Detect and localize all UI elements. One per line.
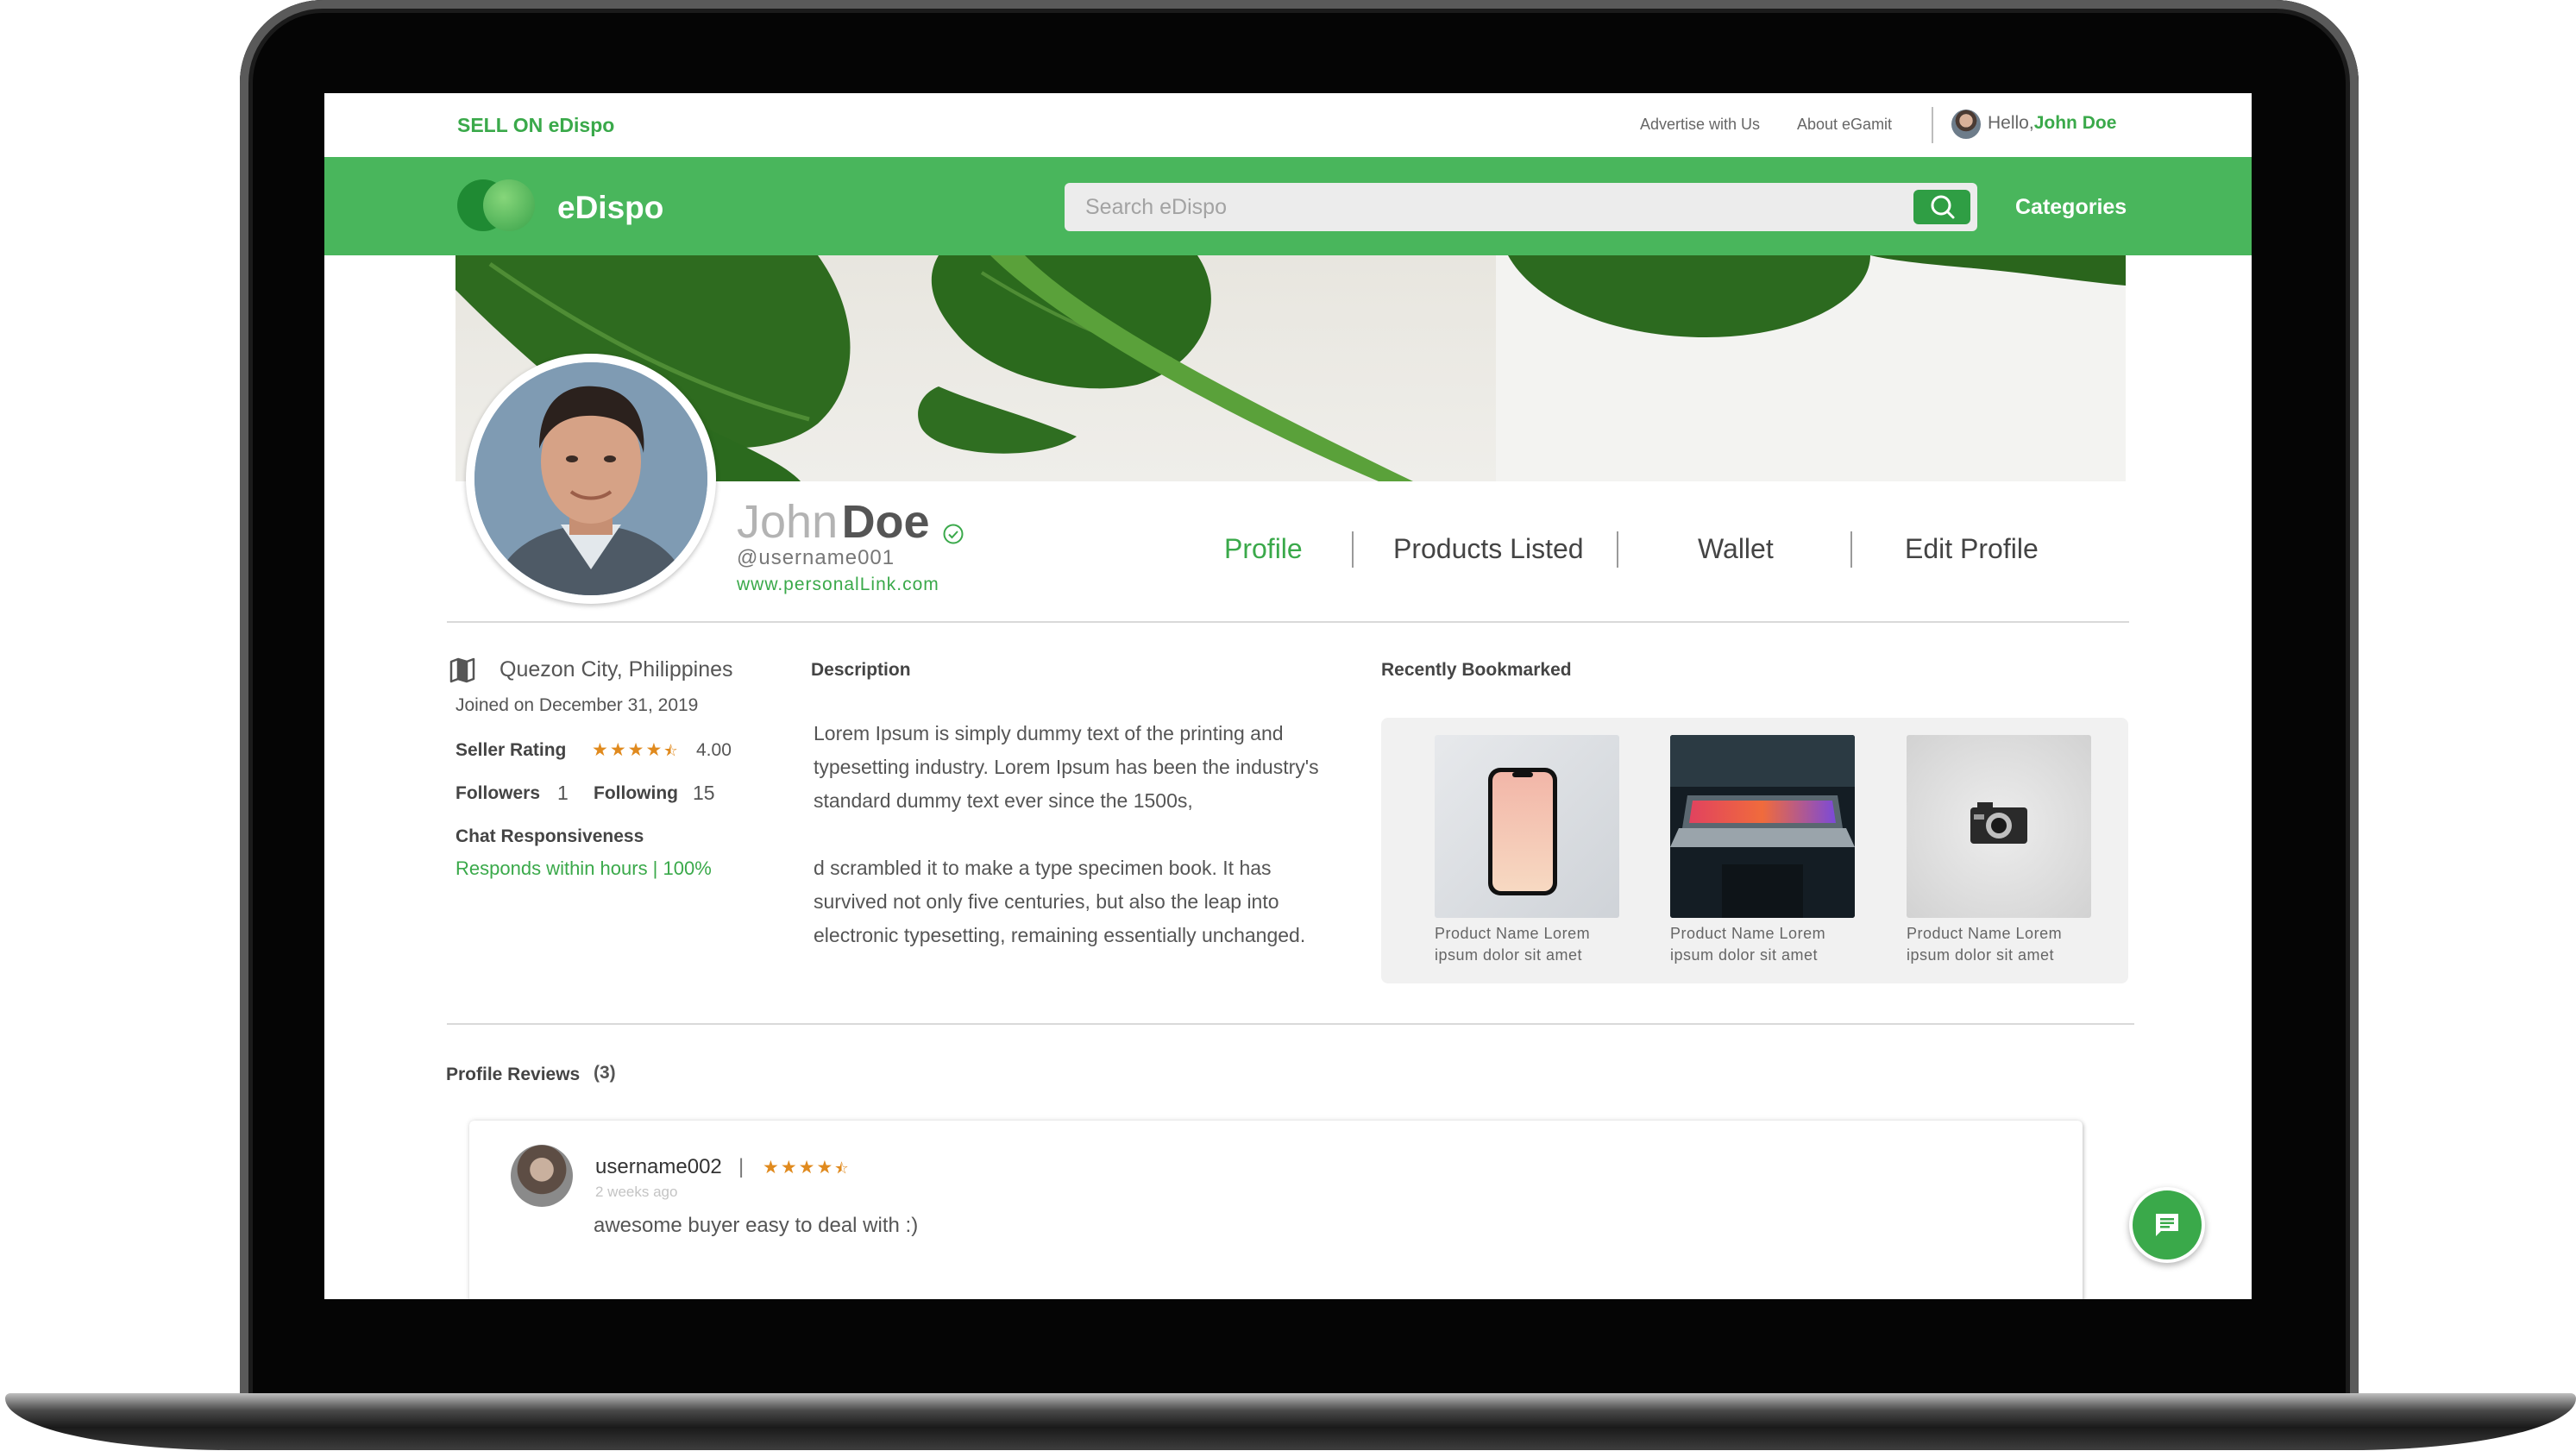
bookmark-caption: Product Name Lorem ipsum dolor sit amet	[1670, 923, 1855, 966]
smartphone-image	[1488, 768, 1557, 895]
logo-text[interactable]: eDispo	[557, 190, 663, 226]
logo-mark-overlay[interactable]	[483, 179, 535, 231]
greeting-user-name: John Doe	[2033, 113, 2117, 133]
bookmark-caption: Product Name Lorem ipsum dolor sit amet	[1435, 923, 1619, 966]
seller-rating-value: 4.00	[696, 740, 732, 760]
header-divider	[447, 621, 2129, 623]
joined-date: Joined on December 31, 2019	[456, 695, 699, 715]
following-label[interactable]: Following	[594, 783, 678, 804]
profile-avatar-photo	[474, 362, 707, 595]
review-rating-stars: ★★★★⯪	[763, 1158, 851, 1178]
chat-button[interactable]	[2129, 1187, 2205, 1263]
bookmark-desc: ipsum dolor sit amet	[1670, 946, 1819, 964]
bookmark-desc: ipsum dolor sit amet	[1435, 946, 1583, 964]
check-circle-icon	[943, 524, 964, 544]
bookmark-caption: Product Name Lorem ipsum dolor sit amet	[1907, 923, 2091, 966]
browser-screen: SELL ON eDispo Advertise with Us About e…	[324, 93, 2252, 1299]
search-bar	[1065, 183, 1977, 231]
review-card: username002 | ★★★★⯪ 2 weeks ago awesome …	[469, 1121, 2083, 1299]
recently-bookmarked-title: Recently Bookmarked	[1381, 660, 1572, 680]
bookmark-thumbnail	[1435, 735, 1619, 918]
personal-link[interactable]: www.personalLink.com	[737, 575, 939, 595]
bookmark-name: Product Name Lorem	[1670, 925, 1826, 942]
laptop-image	[1670, 735, 1855, 918]
profile-reviews-title: Profile Reviews	[446, 1065, 581, 1084]
review-timestamp: 2 weeks ago	[595, 1184, 678, 1200]
bookmark-desc: ipsum dolor sit amet	[1907, 946, 2055, 964]
review-separator: |	[738, 1155, 745, 1178]
camera-image	[1970, 802, 2027, 844]
section-divider	[447, 1023, 2134, 1025]
topbar-divider	[1932, 107, 1933, 143]
profile-photo-image	[474, 362, 707, 595]
profile-avatar[interactable]	[466, 354, 716, 604]
map-icon	[449, 657, 475, 683]
profile-username: @username001	[737, 546, 895, 569]
profile-first-name: John	[737, 496, 839, 548]
main-navbar: eDispo Categories	[324, 157, 2252, 255]
description-title: Description	[811, 660, 911, 680]
bookmark-thumbnail	[1670, 735, 1855, 918]
advertise-link[interactable]: Advertise with Us	[1640, 116, 1760, 134]
tab-separator	[1850, 531, 1852, 568]
chat-responsiveness-value: Responds within hours | 100%	[456, 857, 712, 879]
tab-profile[interactable]: Profile	[1224, 533, 1303, 565]
description-paragraph: Lorem Ipsum is simply dummy text of the …	[814, 722, 1319, 812]
reviewer-avatar[interactable]	[511, 1145, 573, 1207]
tab-separator	[1352, 531, 1354, 568]
chat-responsiveness-label: Chat Responsiveness	[456, 826, 644, 846]
user-greeting[interactable]: Hello,John Doe	[1988, 113, 2116, 134]
about-link[interactable]: About eGamit	[1797, 116, 1892, 134]
tab-edit-profile[interactable]: Edit Profile	[1905, 533, 2039, 565]
search-icon	[1931, 195, 1955, 219]
search-input[interactable]	[1065, 183, 1901, 231]
user-avatar[interactable]	[1951, 110, 1981, 139]
greeting-text: Hello,	[1988, 113, 2034, 133]
reviewer-username[interactable]: username002	[595, 1155, 722, 1179]
laptop-base	[5, 1393, 2576, 1450]
tab-separator	[1617, 531, 1618, 568]
categories-menu[interactable]: Categories	[2015, 195, 2127, 220]
description-paragraph: d scrambled it to make a type specimen b…	[814, 857, 1306, 946]
bookmark-item[interactable]: Product Name Lorem ipsum dolor sit amet	[1435, 735, 1619, 966]
tab-wallet[interactable]: Wallet	[1698, 533, 1774, 565]
bookmark-name: Product Name Lorem	[1435, 925, 1591, 942]
tab-products-listed[interactable]: Products Listed	[1393, 533, 1584, 565]
profile-name: John Doe	[737, 495, 964, 549]
following-count[interactable]: 15	[693, 782, 715, 805]
sell-on-edispo-link[interactable]: SELL ON eDispo	[457, 114, 614, 137]
seller-rating-label: Seller Rating	[456, 740, 567, 760]
bookmark-thumbnail	[1907, 735, 2091, 918]
top-utility-bar: SELL ON eDispo Advertise with Us About e…	[324, 93, 2252, 157]
bookmark-name: Product Name Lorem	[1907, 925, 2063, 942]
bookmark-item[interactable]: Product Name Lorem ipsum dolor sit amet	[1670, 735, 1855, 966]
profile-location: Quezon City, Philippines	[499, 657, 733, 682]
review-text: awesome buyer easy to deal with :)	[594, 1214, 919, 1237]
bookmark-item[interactable]: Product Name Lorem ipsum dolor sit amet	[1907, 735, 2091, 966]
followers-count[interactable]: 1	[557, 782, 569, 805]
profile-last-name: Doe	[841, 496, 930, 548]
chat-icon	[2156, 1214, 2178, 1236]
seller-rating-stars: ★★★★⯪	[592, 740, 680, 760]
reviews-count: (3)	[594, 1063, 616, 1083]
followers-label[interactable]: Followers	[456, 783, 540, 804]
search-button[interactable]	[1913, 190, 1970, 224]
